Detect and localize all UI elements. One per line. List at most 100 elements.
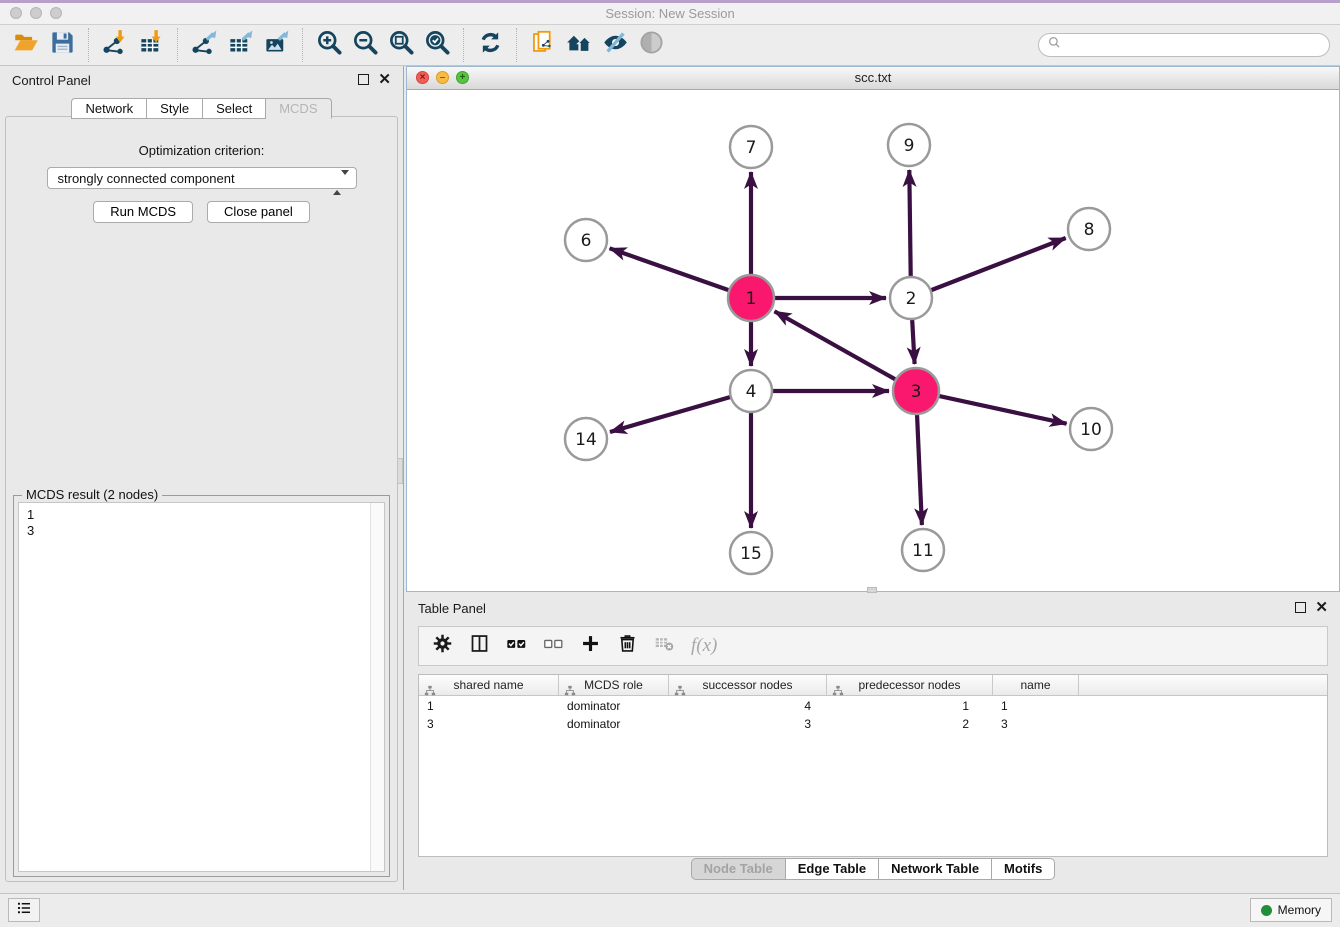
control-panel-tabs: NetworkStyleSelectMCDS — [0, 98, 403, 119]
svg-text:8: 8 — [1084, 220, 1095, 240]
memory-button[interactable]: Memory — [1250, 898, 1332, 922]
column-header-shared-name[interactable]: shared name — [419, 675, 559, 695]
column-layout-button[interactable] — [464, 631, 494, 661]
tab-edge-table[interactable]: Edge Table — [786, 858, 879, 880]
cell-predecessor-nodes[interactable]: 1 — [827, 698, 993, 714]
criterion-dropdown[interactable]: strongly connected component — [47, 167, 357, 189]
graph-node-7[interactable]: 7 — [730, 126, 772, 168]
graph-node-11[interactable]: 11 — [902, 529, 944, 571]
export-table-button[interactable] — [222, 27, 258, 63]
show-all-icon — [638, 29, 665, 61]
zoom-selected-button[interactable] — [419, 27, 455, 63]
result-scrollbar[interactable] — [370, 503, 384, 871]
table-row[interactable]: 3dominator323 — [419, 716, 1327, 732]
cell-successor-nodes[interactable]: 4 — [669, 698, 827, 714]
toolbar-separator — [463, 28, 464, 62]
tab-style[interactable]: Style — [147, 98, 203, 119]
toolbar-separator — [88, 28, 89, 62]
table-panel-title: Table Panel — [418, 601, 486, 616]
refresh-button[interactable] — [472, 27, 508, 63]
table-panel-close-icon[interactable]: ✕ — [1315, 602, 1328, 613]
tab-motifs[interactable]: Motifs — [992, 858, 1055, 880]
column-header-successor-nodes[interactable]: successor nodes — [669, 675, 827, 695]
network-window-titlebar[interactable]: × – + scc.txt — [407, 67, 1339, 90]
network-from-selection-button[interactable] — [525, 27, 561, 63]
select-all-button[interactable] — [501, 631, 531, 661]
svg-text:2: 2 — [906, 289, 917, 309]
graph-node-8[interactable]: 8 — [1068, 208, 1110, 250]
memory-status-icon — [1261, 905, 1272, 916]
mcds-result-text[interactable]: 13 — [18, 502, 385, 872]
table-header-row: shared nameMCDS rolesuccessor nodesprede… — [419, 675, 1327, 696]
tab-select[interactable]: Select — [203, 98, 266, 119]
svg-text:3: 3 — [911, 382, 922, 402]
cell-predecessor-nodes[interactable]: 2 — [827, 716, 993, 732]
network-minimize-button[interactable]: – — [436, 71, 449, 84]
tab-mcds[interactable]: MCDS — [266, 98, 331, 119]
node-table: shared nameMCDS rolesuccessor nodesprede… — [418, 674, 1328, 857]
graph-node-1[interactable]: 1 — [728, 275, 774, 321]
zoom-in-button[interactable] — [311, 27, 347, 63]
deselect-all-button[interactable] — [538, 631, 568, 661]
tab-network[interactable]: Network — [71, 98, 147, 119]
control-panel-close-icon[interactable]: ✕ — [378, 74, 391, 85]
import-table-button[interactable] — [133, 27, 169, 63]
table-tabs: Node TableEdge TableNetwork TableMotifs — [406, 858, 1340, 880]
hide-selected-button[interactable] — [597, 27, 633, 63]
cell-name[interactable]: 3 — [993, 716, 1079, 732]
graph-node-10[interactable]: 10 — [1070, 408, 1112, 450]
first-neighbors-button[interactable] — [561, 27, 597, 63]
horizontal-splitter-handle[interactable] — [867, 587, 877, 593]
table-row[interactable]: 1dominator411 — [419, 698, 1327, 714]
hide-selected-icon — [602, 29, 629, 61]
open-session-button[interactable] — [8, 27, 44, 63]
graph-node-6[interactable]: 6 — [565, 219, 607, 261]
control-panel-float-icon[interactable] — [358, 74, 369, 85]
network-close-button[interactable]: × — [416, 71, 429, 84]
task-history-button[interactable] — [8, 898, 40, 922]
network-maximize-button[interactable]: + — [456, 71, 469, 84]
save-session-button[interactable] — [44, 27, 80, 63]
graph-edge-3-1[interactable] — [775, 311, 917, 391]
graph-node-3[interactable]: 3 — [893, 368, 939, 414]
column-header-predecessor-nodes[interactable]: predecessor nodes — [827, 675, 993, 695]
add-button[interactable] — [575, 631, 605, 661]
close-panel-button[interactable]: Close panel — [207, 201, 310, 223]
network-window-title: scc.txt — [407, 70, 1339, 85]
cell-MCDS-role[interactable]: dominator — [559, 716, 669, 732]
export-network-button[interactable] — [186, 27, 222, 63]
cell-shared-name[interactable]: 1 — [419, 698, 559, 714]
cell-successor-nodes[interactable]: 3 — [669, 716, 827, 732]
search-box[interactable] — [1038, 33, 1330, 57]
run-mcds-button[interactable]: Run MCDS — [93, 201, 193, 223]
settings-button[interactable] — [427, 631, 457, 661]
graph-edge-2-8[interactable] — [911, 238, 1066, 298]
zoom-fit-button[interactable] — [383, 27, 419, 63]
graph-node-2[interactable]: 2 — [890, 277, 932, 319]
cell-name[interactable]: 1 — [993, 698, 1079, 714]
export-image-button[interactable] — [258, 27, 294, 63]
graph-node-4[interactable]: 4 — [730, 370, 772, 412]
table-toolbar: f(x) — [418, 626, 1328, 666]
column-header-name[interactable]: name — [993, 675, 1079, 695]
zoom-out-button[interactable] — [347, 27, 383, 63]
search-input[interactable] — [1062, 37, 1321, 54]
delete-button[interactable] — [612, 631, 642, 661]
tab-node-table[interactable]: Node Table — [691, 858, 786, 880]
table-panel-float-icon[interactable] — [1295, 602, 1306, 613]
svg-text:11: 11 — [912, 541, 934, 561]
tab-network-table[interactable]: Network Table — [879, 858, 992, 880]
export-network-icon — [191, 29, 218, 61]
graph-node-15[interactable]: 15 — [730, 532, 772, 574]
delete-table-button — [649, 631, 679, 661]
import-network-button[interactable] — [97, 27, 133, 63]
column-header-MCDS-role[interactable]: MCDS role — [559, 675, 669, 695]
add-icon — [580, 633, 601, 659]
cell-MCDS-role[interactable]: dominator — [559, 698, 669, 714]
network-canvas[interactable]: 1 2 3 4 6 7 8 9 10 11 14 15 — [407, 89, 1339, 591]
vertical-splitter-handle[interactable] — [397, 458, 403, 484]
cell-shared-name[interactable]: 3 — [419, 716, 559, 732]
graph-node-14[interactable]: 14 — [565, 418, 607, 460]
chevron-updown-icon — [333, 172, 349, 193]
graph-node-9[interactable]: 9 — [888, 124, 930, 166]
